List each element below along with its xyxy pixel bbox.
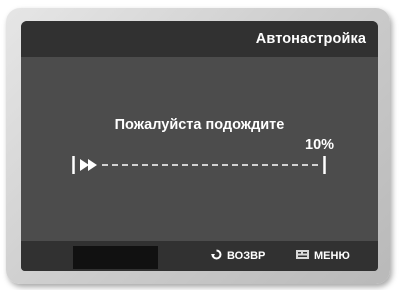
page-title: Автонастройка xyxy=(255,31,366,47)
back-button[interactable]: ВОЗВР xyxy=(211,249,265,263)
return-icon xyxy=(211,249,222,263)
osd-screen: Автонастройка Пожалуйста подождите 10% В… xyxy=(21,21,378,271)
menu-icon xyxy=(296,250,309,262)
fast-forward-icon xyxy=(80,159,97,171)
progress-percent: 10% xyxy=(305,137,335,153)
title-bar: Автонастройка xyxy=(21,21,378,57)
progress-track xyxy=(72,156,326,174)
progress-bar xyxy=(72,155,326,175)
back-label: ВОЗВР xyxy=(227,250,266,262)
bottom-bar: ВОЗВР МЕНЮ xyxy=(21,241,378,271)
menu-label: МЕНЮ xyxy=(314,250,350,262)
wait-message: Пожалуйста подождите xyxy=(114,117,285,133)
menu-button[interactable]: МЕНЮ xyxy=(296,249,350,263)
black-box xyxy=(73,246,158,269)
